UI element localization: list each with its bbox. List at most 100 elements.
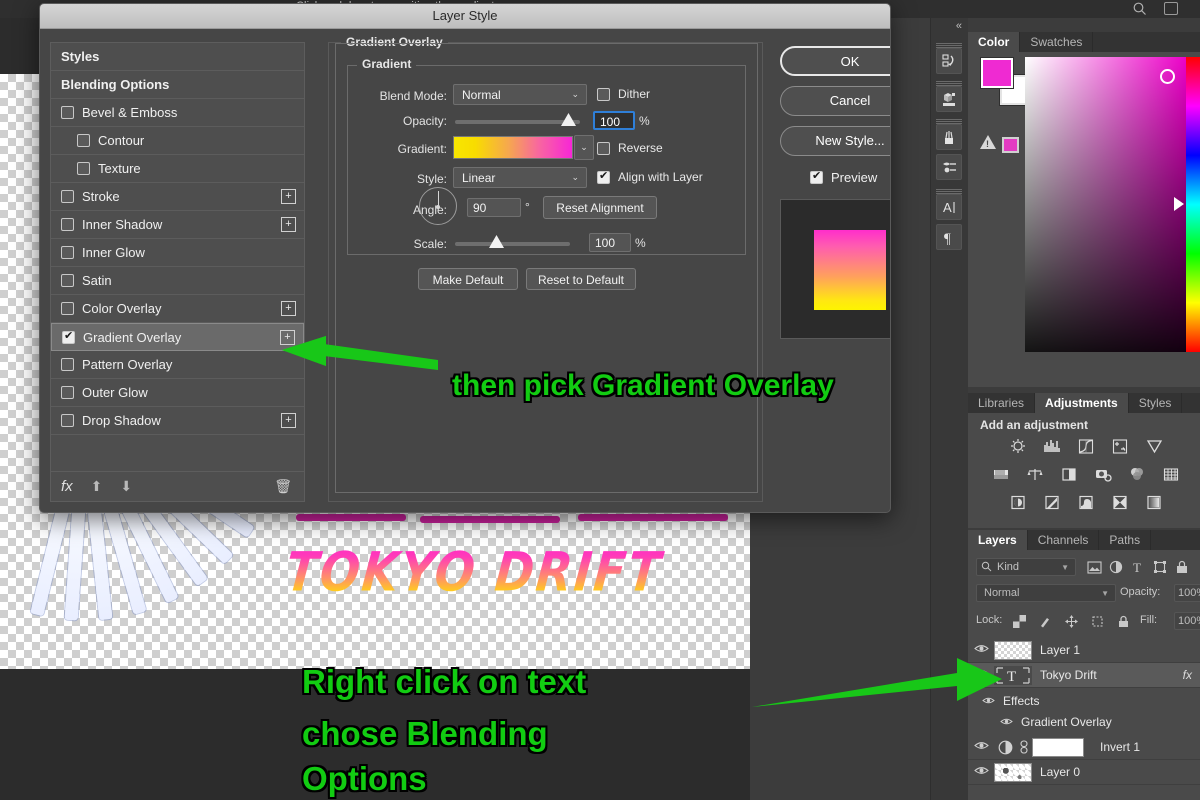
black-white-icon[interactable] [1058,465,1080,484]
tab-styles[interactable]: Styles [1128,393,1183,413]
color-lookup-icon[interactable] [1160,465,1182,484]
align-with-layer-checkbox-row[interactable]: Align with Layer [597,169,703,184]
tab-adjustments[interactable]: Adjustments [1035,393,1129,413]
color-balance-icon[interactable] [1024,465,1046,484]
layer-styles-list[interactable]: Styles Blending Options Bevel & Emboss C… [50,42,305,472]
lock-position-icon[interactable] [1062,612,1080,630]
photo-filter-icon[interactable] [1092,465,1114,484]
adjustment-filter-icon[interactable] [1107,558,1125,576]
curves-icon[interactable] [1075,437,1097,456]
hue-saturation-icon[interactable] [990,465,1012,484]
layer-effects-group[interactable]: Effects [968,690,1200,712]
character-icon[interactable]: A [936,194,962,220]
layer-row-layer-1[interactable]: Layer 1 [968,638,1200,663]
cancel-button[interactable]: Cancel [780,86,890,116]
checkbox[interactable] [810,169,823,184]
angle-input[interactable]: 90 [467,198,521,217]
pixel-filter-icon[interactable] [1085,558,1103,576]
layer-mask-thumbnail[interactable] [1032,737,1084,757]
smart-object-filter-icon[interactable] [1173,558,1191,576]
gradient-preview-swatch[interactable] [453,136,573,159]
tab-channels[interactable]: Channels [1027,530,1100,550]
styles-list-item-texture[interactable]: Texture [51,155,304,183]
tokyo-drift-artwork[interactable]: TOKYO DRIFT [283,541,736,605]
styles-list-item-outer-glow[interactable]: Outer Glow [51,379,304,407]
hue-slider-arrow[interactable] [1174,197,1184,211]
warning-triangle-icon[interactable] [980,135,996,149]
styles-list-item-stroke[interactable]: Stroke + [51,183,304,211]
channel-mixer-icon[interactable] [1126,465,1148,484]
levels-icon[interactable] [1041,437,1063,456]
tab-color[interactable]: Color [968,32,1021,52]
new-style-button[interactable]: New Style... [780,126,890,156]
color-picker-cursor[interactable] [1160,69,1175,84]
brush-settings-icon[interactable] [936,154,962,180]
arrange-documents-icon[interactable] [1164,2,1178,15]
reverse-checkbox-row[interactable]: Reverse [597,141,663,155]
opacity-input[interactable]: 100 [593,111,635,130]
layer-effects-fx-icon[interactable]: fx [1183,668,1192,682]
tab-paths[interactable]: Paths [1099,530,1152,550]
invert-icon[interactable] [1007,493,1029,512]
out-of-gamut-swatch[interactable] [1002,137,1019,153]
move-down-icon[interactable]: ⬇ [120,478,132,495]
layer-blend-mode-select[interactable]: Normal ▼ [976,584,1116,602]
checkbox[interactable] [77,162,90,175]
gradient-map-icon[interactable] [1109,493,1131,512]
history-icon[interactable] [936,48,962,74]
checkbox[interactable] [597,141,610,155]
styles-list-item-satin[interactable]: Satin [51,267,304,295]
reset-to-default-button[interactable]: Reset to Default [526,268,636,290]
eye-icon[interactable] [1000,715,1013,729]
checkbox[interactable] [61,386,74,399]
tab-libraries[interactable]: Libraries [968,393,1036,413]
move-up-icon[interactable]: ⬆ [91,478,103,495]
checkbox[interactable] [61,358,74,371]
layer-row-invert-1[interactable]: Invert 1 [968,735,1200,760]
link-mask-icon[interactable] [1016,740,1032,754]
foreground-color-swatch[interactable] [980,57,1014,89]
styles-list-item-inner-shadow[interactable]: Inner Shadow + [51,211,304,239]
checkbox[interactable] [61,106,74,119]
add-effect-icon[interactable]: + [281,189,296,204]
style-select[interactable]: Linear ⌄ [453,167,587,188]
add-effect-icon[interactable]: + [281,217,296,232]
layer-style-dialog[interactable]: Layer Style Styles Blending Options Beve… [39,3,891,513]
selective-color-icon[interactable] [1143,493,1165,512]
eye-icon[interactable] [968,765,994,779]
layer-opacity-value[interactable]: 100% [1174,584,1200,602]
layer-thumbnail[interactable] [994,762,1032,782]
tab-layers[interactable]: Layers [968,530,1028,550]
styles-list-item-color-overlay[interactable]: Color Overlay + [51,295,304,323]
vibrance-icon[interactable] [1143,437,1165,456]
shape-filter-icon[interactable] [1151,558,1169,576]
preview-checkbox-row[interactable]: Preview [810,169,877,185]
styles-list-item-inner-glow[interactable]: Inner Glow [51,239,304,267]
checkbox[interactable] [61,190,74,203]
styles-list-item-bevel-emboss[interactable]: Bevel & Emboss [51,99,304,127]
lock-artboard-icon[interactable] [1088,612,1106,630]
checkbox[interactable] [597,87,610,101]
styles-list-item-blending-options[interactable]: Blending Options [51,71,304,99]
search-icon[interactable] [1132,1,1148,17]
lock-all-icon[interactable] [1114,612,1132,630]
layer-row-layer-0[interactable]: Layer 0 [968,760,1200,785]
checkbox[interactable] [61,302,74,315]
blend-mode-select[interactable]: Normal ⌄ [453,84,587,105]
checkbox[interactable] [61,274,74,287]
scale-slider-track[interactable] [455,242,570,246]
eye-icon[interactable] [968,740,994,754]
tab-swatches[interactable]: Swatches [1020,32,1094,52]
layer-row-tokyo-drift[interactable]: T Tokyo Drift fx [968,663,1200,688]
lock-image-icon[interactable] [1036,612,1054,630]
ok-button[interactable]: OK [780,46,890,76]
fx-icon[interactable]: fx [61,478,73,495]
checkbox[interactable] [597,169,610,184]
brightness-contrast-icon[interactable] [1007,437,1029,456]
checkbox[interactable] [62,329,75,344]
fill-value[interactable]: 100% [1174,612,1200,630]
checkbox[interactable] [61,246,74,259]
add-effect-icon[interactable]: + [281,301,296,316]
adjustment-layer-icon[interactable] [994,740,1016,755]
threshold-icon[interactable] [1075,493,1097,512]
